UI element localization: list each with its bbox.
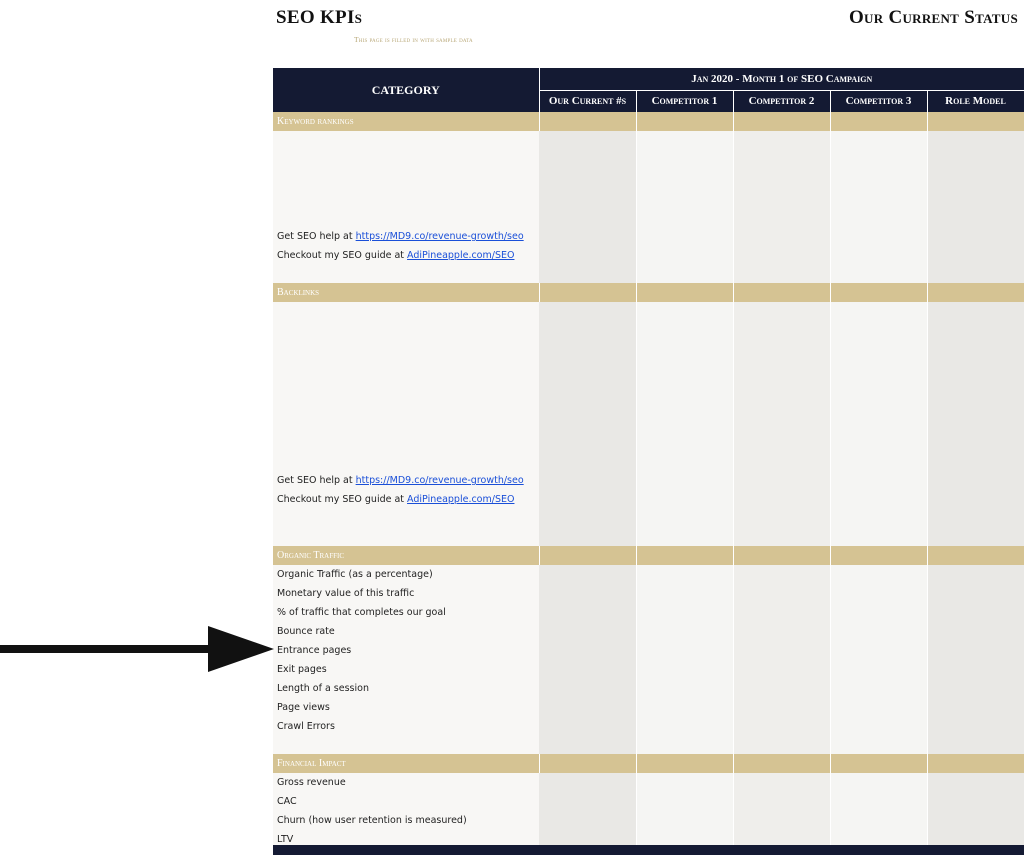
table-row-spacer [273,265,1024,283]
section-title: Organic Traffic [273,546,540,565]
section-header-financial-impact: Financial Impact [273,754,1024,773]
col-header-our-current: Our Current #s [538,90,637,112]
metric-label: Bounce rate [273,622,539,641]
col-header-competitor-2: Competitor 2 [732,90,831,112]
section-header-organic-traffic: Organic Traffic [273,546,1024,565]
table-row: Churn (how user retention is measured) [273,811,1024,830]
table-row: Crawl Errors [273,717,1024,736]
table-row: Organic Traffic (as a percentage) [273,565,1024,584]
table-footer-bar [273,845,1024,855]
table-row-spacer [273,736,1024,754]
metric-label: Monetary value of this traffic [273,584,539,603]
col-header-competitor-3: Competitor 3 [829,90,928,112]
table-row: Exit pages [273,660,1024,679]
help-text: Get SEO help at https://MD9.co/revenue-g… [273,227,539,246]
section-title: Financial Impact [273,754,540,773]
status-title: Our Current Status [848,7,1018,28]
guide-text: Checkout my SEO guide at AdiPineapple.co… [273,490,539,509]
section-title: Keyword rankings [273,112,540,131]
seo-guide-link[interactable]: AdiPineapple.com/SEO [407,250,514,261]
table-row: CAC [273,792,1024,811]
col-header-role-model: Role Model [926,90,1024,112]
metric-label: Crawl Errors [273,717,539,736]
col-header-competitor-1: Competitor 1 [635,90,734,112]
table-row-spacer [273,131,1024,227]
table-row: Get SEO help at https://MD9.co/revenue-g… [273,227,1024,246]
guide-prefix: Checkout my SEO guide at [277,250,408,261]
metric-label: Churn (how user retention is measured) [273,811,539,830]
table-row-spacer [273,509,1024,546]
metric-label: Organic Traffic (as a percentage) [273,565,539,584]
page-title: SEO KPIs [276,7,363,28]
help-prefix: Get SEO help at [277,475,356,486]
metric-label: Exit pages [273,660,539,679]
table-row: Monetary value of this traffic [273,584,1024,603]
guide-prefix: Checkout my SEO guide at [277,494,408,505]
section-header-backlinks: Backlinks [273,283,1024,302]
help-prefix: Get SEO help at [277,231,356,242]
category-header: CATEGORY [273,68,540,112]
metric-label: Gross revenue [273,773,539,792]
table-row: % of traffic that completes our goal [273,603,1024,622]
table-row: Gross revenue [273,773,1024,792]
seo-help-link[interactable]: https://MD9.co/revenue-growth/seo [356,231,524,242]
metric-label: % of traffic that completes our goal [273,603,539,622]
table-row: Bounce rate [273,622,1024,641]
table-row: Length of a session [273,679,1024,698]
table-row: Checkout my SEO guide at AdiPineapple.co… [273,246,1024,265]
metric-label: Entrance pages [273,641,539,660]
sample-data-note: This page is filled in with sample data [354,35,473,44]
table-row: Checkout my SEO guide at AdiPineapple.co… [273,490,1024,509]
section-header-keyword-rankings: Keyword rankings [273,112,1024,131]
seo-help-link[interactable]: https://MD9.co/revenue-growth/seo [356,475,524,486]
period-header: Jan 2020 - Month 1 of SEO Campaign [539,68,1024,91]
metric-label: Length of a session [273,679,539,698]
table-row: Entrance pages [273,641,1024,660]
section-title: Backlinks [273,283,540,302]
table-row-spacer [273,302,1024,471]
metric-label: CAC [273,792,539,811]
seo-guide-link[interactable]: AdiPineapple.com/SEO [407,494,514,505]
arrow-right-icon [0,626,274,672]
table-row: Get SEO help at https://MD9.co/revenue-g… [273,471,1024,490]
table-row: Page views [273,698,1024,717]
help-text: Get SEO help at https://MD9.co/revenue-g… [273,471,539,490]
metric-label: Page views [273,698,539,717]
kpi-table: CATEGORY Jan 2020 - Month 1 of SEO Campa… [273,68,1024,849]
guide-text: Checkout my SEO guide at AdiPineapple.co… [273,246,539,265]
